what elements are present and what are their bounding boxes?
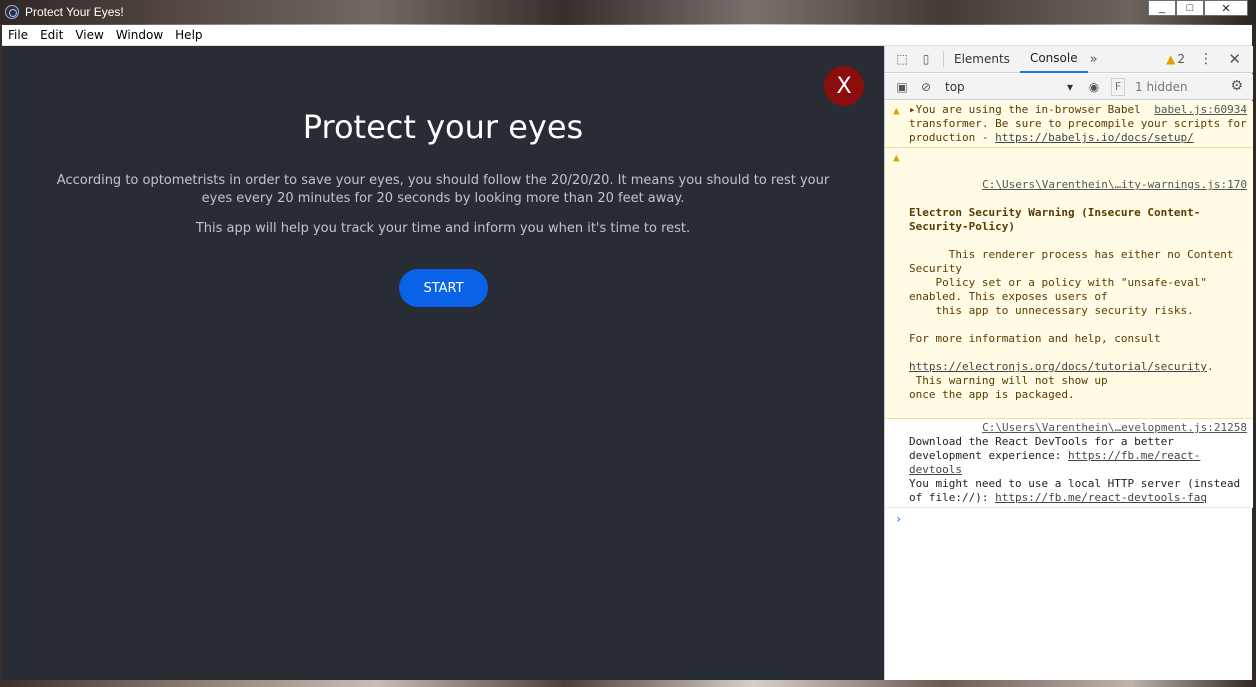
message-title: Electron Security Warning (Insecure Cont… [909, 206, 1201, 233]
app-content: X Protect your eyes According to optomet… [2, 46, 884, 680]
inspect-element-icon[interactable]: ⬚ [895, 52, 909, 66]
chevron-down-icon: ▾ [1066, 79, 1073, 94]
tab-console[interactable]: Console [1019, 46, 1088, 73]
console-message: ▲ babel.js:60934 ▸You are using the in-b… [885, 101, 1253, 148]
close-window-button[interactable]: ✕ [1204, 0, 1248, 16]
start-button[interactable]: START [399, 269, 488, 307]
devtools-tabbar: ⬚ ▯ Elements Console » ▲ 2 ⋮ ✕ [885, 46, 1253, 73]
window-title: Protect Your Eyes! [25, 5, 124, 19]
eye-icon[interactable]: ◉ [1087, 80, 1101, 94]
devtools-panel: ⬚ ▯ Elements Console » ▲ 2 ⋮ ✕ ▣ ⊘ top ▾… [884, 46, 1253, 680]
menu-bar: File Edit View Window Help [2, 25, 1252, 46]
menu-edit[interactable]: Edit [34, 28, 69, 42]
electron-app-icon [5, 5, 19, 19]
hidden-count: 1 hidden [1135, 79, 1188, 94]
menu-file[interactable]: File [2, 28, 34, 42]
window-controls: _ □ ✕ [1148, 0, 1248, 16]
device-toolbar-icon[interactable]: ▯ [919, 52, 933, 66]
console-toolbar: ▣ ⊘ top ▾ ◉ F 1 hidden ⚙ [885, 74, 1253, 100]
warnings-counter[interactable]: ▲ 2 [1166, 52, 1185, 66]
console-message: C:\Users\Varenthein\…evelopment.js:21258… [885, 419, 1253, 508]
more-tabs-icon[interactable]: » [1090, 52, 1098, 67]
context-selector[interactable]: top ▾ [941, 78, 1077, 96]
close-devtools-icon[interactable]: ✕ [1228, 50, 1241, 68]
source-link[interactable]: C:\Users\Varenthein\…ity-warnings.js:170 [982, 178, 1247, 192]
close-app-button[interactable]: X [824, 66, 864, 106]
tab-elements[interactable]: Elements [944, 46, 1020, 73]
page-title: Protect your eyes [302, 108, 584, 146]
maximize-button[interactable]: □ [1176, 0, 1204, 16]
rule-description: According to optometrists in order to sa… [56, 173, 830, 206]
console-prompt[interactable]: › [885, 508, 1253, 530]
warning-icon: ▲ [893, 104, 900, 117]
filter-input[interactable]: F [1111, 77, 1125, 96]
gear-icon[interactable]: ⚙ [1230, 78, 1243, 94]
warning-icon: ▲ [893, 151, 900, 164]
message-link-2[interactable]: https://fb.me/react-devtools-faq [995, 491, 1207, 504]
minimize-button[interactable]: _ [1148, 0, 1176, 16]
console-message: ▲ C:\Users\Varenthein\…ity-warnings.js:1… [885, 148, 1253, 419]
menu-view[interactable]: View [69, 28, 109, 42]
kebab-menu-icon[interactable]: ⋮ [1199, 51, 1213, 67]
app-purpose-text: This app will help you track your time a… [195, 221, 691, 236]
source-link[interactable]: babel.js:60934 [1154, 103, 1247, 117]
context-value: top [945, 79, 965, 94]
sidebar-toggle-icon[interactable]: ▣ [895, 80, 909, 94]
message-link[interactable]: https://electronjs.org/docs/tutorial/sec… [909, 360, 1207, 373]
warning-icon: ▲ [1166, 52, 1176, 66]
message-text: This renderer process has either no Cont… [909, 248, 1234, 345]
window-titlebar: Protect Your Eyes! _ □ ✕ [0, 0, 1256, 24]
clear-console-icon[interactable]: ⊘ [919, 80, 933, 94]
source-link[interactable]: C:\Users\Varenthein\…evelopment.js:21258 [982, 421, 1247, 434]
menu-help[interactable]: Help [169, 28, 208, 42]
message-link[interactable]: https://babeljs.io/docs/setup/ [995, 131, 1194, 144]
warning-count: 2 [1177, 52, 1185, 66]
menu-window[interactable]: Window [110, 28, 169, 42]
console-output: ▲ babel.js:60934 ▸You are using the in-b… [885, 101, 1253, 680]
